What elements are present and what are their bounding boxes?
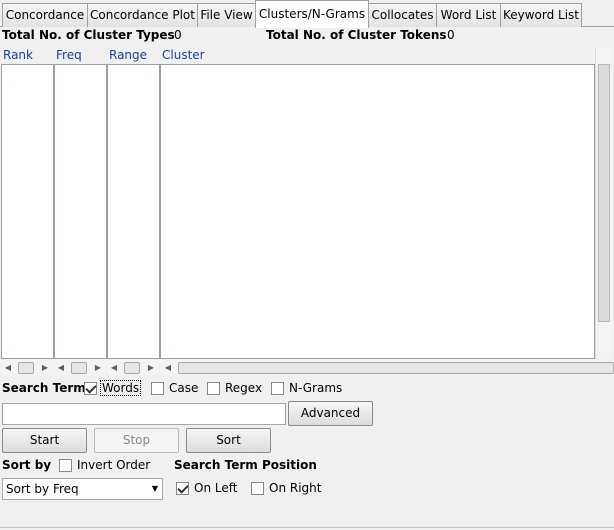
tab-file-view[interactable]: File View (197, 3, 256, 27)
advanced-button[interactable]: Advanced (288, 401, 373, 426)
tab-clusters-ngrams[interactable]: Clusters/N-Grams (255, 0, 369, 28)
scroll-left-icon[interactable]: ◀ (2, 360, 14, 375)
sort-by-select[interactable]: Sort by Freq ▼ (2, 478, 163, 500)
scroll-thumb[interactable] (124, 362, 140, 374)
on-left-radio[interactable] (176, 482, 189, 495)
tab-bar: Concordance Concordance Plot File View C… (0, 0, 614, 28)
scroll-left-icon[interactable]: ◀ (55, 360, 67, 375)
cluster-horizontal-scrollbar[interactable]: ◀ (160, 360, 614, 375)
cluster-tokens-label: Total No. of Cluster Tokens (266, 28, 447, 42)
case-label[interactable]: Case (169, 381, 198, 395)
scroll-right-icon[interactable]: ▶ (39, 360, 51, 375)
chevron-down-icon[interactable]: ▼ (152, 479, 158, 499)
tab-concordance[interactable]: Concordance (2, 3, 88, 27)
words-checkbox[interactable] (84, 382, 97, 395)
freq-list[interactable] (54, 64, 107, 359)
ngrams-checkbox[interactable] (271, 382, 284, 395)
sort-by-label: Sort by (2, 458, 52, 472)
tab-collocates[interactable]: Collocates (368, 3, 437, 27)
range-horizontal-scrollbar[interactable]: ◀ ▶ (107, 360, 159, 375)
rank-list[interactable] (1, 64, 54, 359)
stop-button[interactable]: Stop (94, 428, 179, 453)
rank-horizontal-scrollbar[interactable]: ◀ ▶ (1, 360, 53, 375)
cluster-tokens-value: 0 (447, 28, 455, 42)
ngrams-label[interactable]: N-Grams (289, 381, 342, 395)
column-header-rank[interactable]: Rank (3, 48, 33, 62)
regex-checkbox[interactable] (207, 382, 220, 395)
sort-button[interactable]: Sort (186, 428, 271, 453)
words-label[interactable]: Words (100, 380, 142, 396)
cluster-types-value: 0 (174, 28, 182, 42)
search-term-position-label: Search Term Position (174, 458, 317, 472)
cluster-types-label: Total No. of Cluster Types (2, 28, 175, 42)
case-checkbox[interactable] (151, 382, 164, 395)
scroll-left-icon[interactable]: ◀ (162, 360, 174, 375)
sort-by-selected-value: Sort by Freq (6, 482, 79, 496)
search-term-input[interactable] (2, 403, 286, 425)
column-header-cluster[interactable]: Cluster (162, 48, 205, 62)
tab-keyword-list[interactable]: Keyword List (500, 3, 582, 27)
on-left-label[interactable]: On Left (194, 481, 237, 495)
scroll-thumb[interactable] (178, 362, 614, 374)
scroll-thumb[interactable] (71, 362, 87, 374)
range-list[interactable] (107, 64, 160, 359)
window-bottom-divider (0, 527, 614, 528)
tab-concordance-plot[interactable]: Concordance Plot (87, 3, 198, 27)
scroll-thumb[interactable] (18, 362, 34, 374)
scroll-right-icon[interactable]: ▶ (145, 360, 157, 375)
scroll-right-icon[interactable]: ▶ (92, 360, 104, 375)
vertical-scroll-thumb[interactable] (598, 64, 610, 322)
cluster-list[interactable] (160, 64, 595, 359)
on-right-radio[interactable] (251, 482, 264, 495)
scroll-left-icon[interactable]: ◀ (108, 360, 120, 375)
on-right-label[interactable]: On Right (269, 481, 321, 495)
tab-word-list[interactable]: Word List (436, 3, 501, 27)
column-header-freq[interactable]: Freq (56, 48, 82, 62)
cluster-vertical-scrollbar[interactable] (595, 48, 612, 359)
search-term-label: Search Term (2, 381, 86, 395)
invert-order-label[interactable]: Invert Order (77, 458, 150, 472)
freq-horizontal-scrollbar[interactable]: ◀ ▶ (54, 360, 106, 375)
start-button[interactable]: Start (2, 428, 87, 453)
column-header-range[interactable]: Range (109, 48, 147, 62)
invert-order-checkbox[interactable] (59, 459, 72, 472)
regex-label[interactable]: Regex (225, 381, 262, 395)
